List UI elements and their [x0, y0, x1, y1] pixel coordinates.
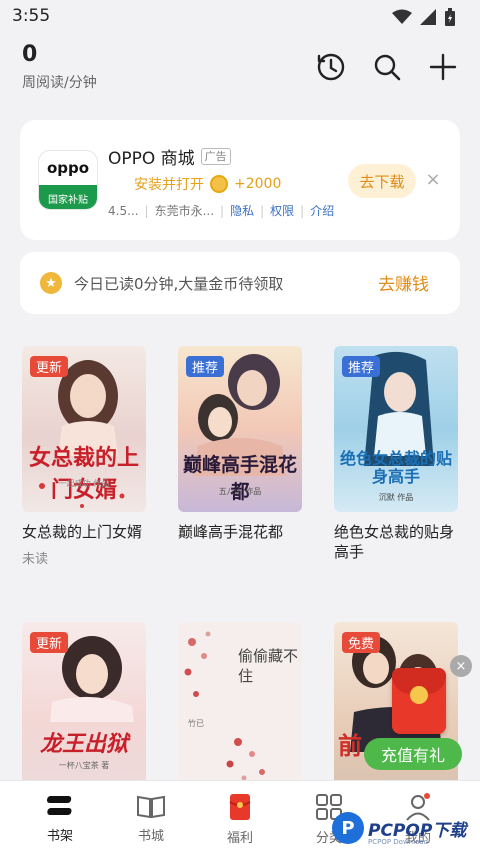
header: 0 周阅读/分钟 — [0, 36, 480, 100]
ad-card[interactable]: oppo 国家补贴 OPPO 商城 广告 安装并打开 +2000 4.5... … — [20, 120, 460, 240]
red-envelope-icon[interactable] — [392, 668, 446, 734]
bookshelf-icon — [46, 796, 72, 815]
book-item[interactable]: 推荐 巅峰高手混花都 五八山 作品 巅峰高手混花都 — [178, 346, 306, 548]
status-bar: 3:55 — [0, 0, 480, 34]
divider: | — [144, 203, 149, 218]
book-item[interactable]: 更新 女总裁的上门女婿 一起成功 作品 女总裁的上门女婿 未读 — [22, 346, 150, 567]
cover-author: 五八山 作品 — [218, 487, 262, 496]
coin-icon — [210, 175, 228, 193]
search-button[interactable] — [370, 50, 404, 84]
battery-icon — [445, 8, 455, 26]
recharge-gift-button[interactable]: 充值有礼 — [364, 738, 462, 770]
logo-text: oppo — [46, 159, 90, 177]
tab-label: 书城 — [137, 829, 164, 844]
book-badge: 更新 — [30, 356, 69, 377]
watermark-text: PCPOP下载 — [368, 820, 467, 841]
logo-subsidy-label: 国家补贴 — [39, 185, 97, 209]
history-button[interactable] — [314, 50, 348, 84]
open-book-icon — [137, 795, 165, 819]
plus-icon — [429, 53, 457, 81]
book-badge: 推荐 — [186, 356, 225, 377]
permissions-link[interactable]: 权限 — [270, 202, 294, 219]
tab-label: 书架 — [46, 829, 73, 844]
earn-card[interactable]: ★ 今日已读0分钟,大量金币待领取 去赚钱 — [20, 252, 460, 314]
privacy-link[interactable]: 隐私 — [230, 202, 254, 219]
book-title: 女总裁的上门女婿 — [22, 523, 143, 541]
cover-author: 一杯八宝茶 著 — [58, 761, 110, 770]
book-title: 绝色女总裁的贴身高手 — [334, 523, 455, 561]
ad-install-text: 安装并打开 — [134, 177, 204, 193]
tab-welfare[interactable]: 福利 — [200, 793, 280, 846]
divider: | — [220, 203, 225, 218]
watermark-subtext: PCPOP Download — [368, 838, 429, 846]
history-clock-icon — [317, 53, 345, 81]
ad-bonus: +2000 — [234, 176, 282, 192]
wifi-icon — [392, 9, 412, 24]
ad-title: OPPO 商城 — [108, 149, 195, 169]
cover-author: 一起成功 作品 — [58, 479, 110, 488]
book-cover: 更新 龙王出狱 一杯八宝茶 著 — [22, 622, 146, 788]
search-icon — [374, 54, 401, 81]
envelope-seal — [410, 686, 428, 704]
book-badge: 更新 — [30, 632, 69, 653]
book-cover: 推荐 绝色女总裁的贴身高手 沉默 作品 — [334, 346, 458, 512]
status-time: 3:55 — [12, 6, 51, 26]
book-cover: 更新 女总裁的上门女婿 一起成功 作品 — [22, 346, 146, 512]
tab-label: 福利 — [226, 831, 253, 846]
earn-button[interactable]: 去赚钱 — [378, 270, 429, 295]
cover-title: 绝色女总裁的贴身高手 — [340, 449, 453, 486]
ad-reward-row: 安装并打开 +2000 — [134, 174, 281, 194]
cover-title: 龙王出狱 — [39, 732, 128, 757]
divider: | — [260, 203, 265, 218]
book-item[interactable]: 偷偷藏不住 竹已 — [178, 622, 306, 788]
ad-developer: 东莞市永... — [154, 204, 215, 218]
pcpop-logo: P — [332, 812, 364, 844]
tab-bookstore[interactable]: 书城 — [111, 793, 191, 844]
book-badge: 免费 — [342, 632, 381, 653]
promo-close-button[interactable]: × — [450, 655, 472, 677]
oppo-app-logo: oppo 国家补贴 — [38, 150, 98, 210]
ad-tag: 广告 — [200, 148, 231, 165]
ad-title-row: OPPO 商城 广告 — [108, 144, 231, 169]
ad-meta: 4.5... | 东莞市永... | 隐私 | 权限 | 介绍 — [108, 202, 334, 219]
cover-author: 沉默 作品 — [378, 493, 414, 502]
cover-title: 女总裁的上门女婿 — [28, 445, 139, 503]
ad-rating: 4.5... — [108, 203, 139, 218]
book-item[interactable]: 更新 龙王出狱 一杯八宝茶 著 — [22, 622, 150, 788]
intro-link[interactable]: 介绍 — [310, 202, 334, 219]
earn-text: 今日已读0分钟,大量金币待领取 — [74, 275, 284, 293]
tab-bookshelf[interactable]: 书架 — [20, 793, 100, 844]
book-badge: 推荐 — [342, 356, 381, 377]
book-title: 巅峰高手混花都 — [178, 523, 284, 541]
book-item[interactable]: 推荐 绝色女总裁的贴身高手 沉默 作品 绝色女总裁的贴身高手 — [334, 346, 462, 568]
book-read-status: 未读 — [22, 552, 49, 567]
cover-title: 偷偷藏不住 — [238, 647, 299, 685]
star-coin-icon: ★ — [40, 272, 62, 294]
weekly-read-label: 周阅读/分钟 — [22, 75, 97, 91]
status-icons — [392, 8, 456, 26]
book-cover: 偷偷藏不住 竹已 — [178, 622, 302, 788]
add-button[interactable] — [426, 50, 460, 84]
divider: | — [300, 203, 305, 218]
ad-close-button[interactable]: × — [422, 168, 444, 190]
signal-icon — [420, 9, 436, 25]
red-envelope-icon — [229, 794, 251, 820]
cover-author: 竹已 — [188, 719, 204, 728]
ad-download-button[interactable]: 去下载 — [348, 164, 416, 198]
book-cover: 推荐 巅峰高手混花都 五八山 作品 — [178, 346, 302, 512]
weekly-read-count: 0 — [22, 42, 38, 67]
cover-title: 前 — [338, 731, 362, 760]
